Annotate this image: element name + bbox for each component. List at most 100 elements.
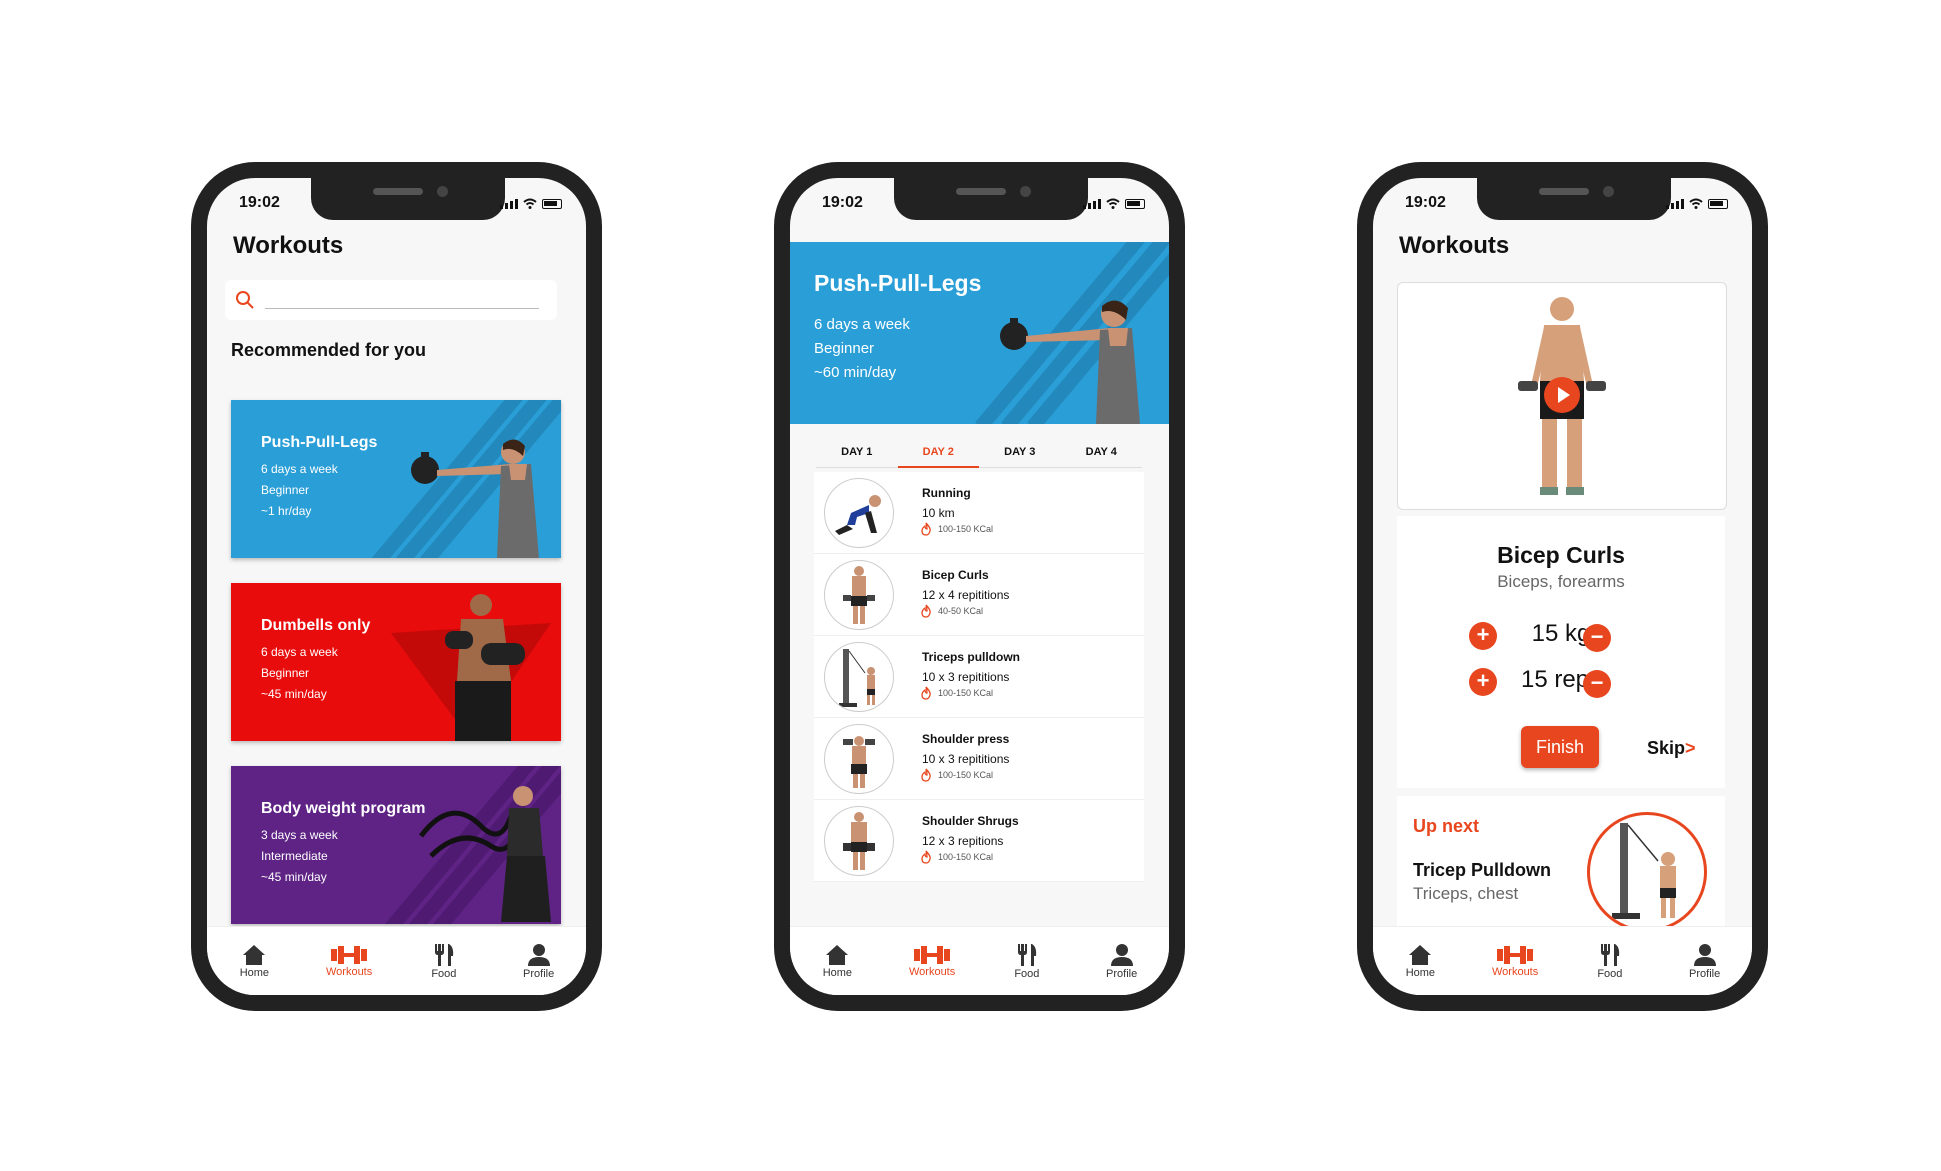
up-next-name: Tricep Pulldown — [1413, 860, 1552, 880]
person-icon — [527, 943, 550, 966]
tab-profile[interactable]: Profile — [495, 943, 583, 980]
program-line: Beginner — [814, 340, 875, 357]
tab-label: Home — [239, 966, 270, 979]
finish-button[interactable]: Finish — [1521, 726, 1599, 768]
exercise-row[interactable]: Shoulder Shrugs 12 x 3 repitions 100-150… — [814, 800, 1144, 882]
page-title: Workouts — [233, 232, 344, 259]
wifi-icon — [1106, 198, 1120, 209]
battery-icon — [1708, 199, 1728, 209]
play-button[interactable] — [1544, 377, 1580, 413]
person-icon — [1110, 943, 1133, 966]
exercise-row[interactable]: Shoulder press 10 x 3 repititions 100-15… — [814, 718, 1144, 800]
tab-workouts[interactable]: Workouts — [888, 945, 976, 978]
flame-icon — [921, 686, 931, 700]
tab-workouts[interactable]: Workouts — [305, 945, 393, 978]
dumbbell-man-icon — [824, 560, 894, 630]
exercise-reps: 12 x 4 repititions — [922, 588, 1010, 602]
program-card-dumbells-only[interactable]: Dumbells only 6 days a week Beginner ~45… — [231, 583, 561, 741]
athlete-kettlebell-image — [1000, 300, 1140, 424]
skip-label: Skip — [1647, 738, 1686, 758]
wifi-icon — [523, 198, 537, 209]
tab-day-4[interactable]: DAY 4 — [1060, 438, 1142, 468]
shrug-man-icon — [824, 806, 894, 876]
status-time: 19:02 — [1405, 194, 1446, 211]
home-icon — [1409, 944, 1432, 965]
tab-label: Home — [1405, 966, 1436, 979]
chevron-right-icon: > — [1685, 738, 1696, 758]
tab-food[interactable]: Food — [983, 943, 1071, 980]
up-next-muscles: Triceps, chest — [1413, 884, 1519, 903]
program-card-push-pull-legs[interactable]: Push-Pull-Legs 6 days a week Beginner ~1… — [231, 400, 561, 558]
tab-home[interactable]: Home — [210, 944, 298, 979]
tab-day-1[interactable]: DAY 1 — [816, 438, 898, 468]
tab-food[interactable]: Food — [1566, 943, 1654, 980]
tab-label: Workouts — [325, 965, 373, 978]
tab-bar: Home Workouts Food Profile — [790, 926, 1169, 995]
up-next-card[interactable]: Up next Tricep Pulldown Triceps, chest — [1397, 796, 1725, 936]
search-bar[interactable] — [225, 280, 557, 320]
home-icon — [826, 944, 849, 965]
fork-knife-icon — [1017, 943, 1037, 966]
press-man-icon — [824, 724, 894, 794]
exercise-name: Shoulder press — [922, 732, 1010, 746]
tab-bar: Home Workouts Food Profile — [1373, 926, 1752, 995]
flame-icon — [921, 522, 931, 536]
program-card-body-weight[interactable]: Body weight program 3 days a week Interm… — [231, 766, 561, 924]
card-title: Body weight program — [261, 800, 426, 817]
tab-food[interactable]: Food — [400, 943, 488, 980]
athlete-kettlebell-image — [411, 439, 539, 558]
system-icons — [1083, 198, 1145, 209]
exercise-kcal: 100-150 KCal — [938, 688, 994, 698]
signal-icon — [1083, 199, 1101, 209]
tab-label: Profile — [1689, 967, 1721, 980]
flame-icon — [921, 768, 931, 782]
tab-profile[interactable]: Profile — [1078, 943, 1166, 980]
signal-icon — [500, 199, 518, 209]
tab-home[interactable]: Home — [1376, 944, 1464, 979]
up-next-label: Up next — [1413, 816, 1480, 836]
program-line: ~60 min/day — [814, 364, 897, 381]
exercise-row[interactable]: Triceps pulldown 10 x 3 repititions 100-… — [814, 636, 1144, 718]
exercise-reps: 10 x 3 repititions — [922, 752, 1010, 766]
screen: 19:02 Workouts Recommended for you Push-… — [207, 178, 586, 995]
skip-button[interactable]: Skip> — [1647, 738, 1696, 759]
exercise-row[interactable]: Running 10 km 100-150 KCal — [814, 472, 1144, 554]
program-line: 6 days a week — [814, 316, 910, 333]
exercise-kcal: 100-150 KCal — [938, 524, 994, 534]
tab-day-3[interactable]: DAY 3 — [979, 438, 1061, 468]
exercise-row[interactable]: Bicep Curls 12 x 4 repititions 40-50 KCa… — [814, 554, 1144, 636]
tab-label: Profile — [523, 967, 555, 980]
card-line: Intermediate — [261, 849, 328, 863]
exercise-name: Bicep Curls — [1497, 542, 1625, 568]
battery-icon — [542, 199, 562, 209]
athlete-dumbbell-image — [445, 594, 525, 741]
exercise-name: Bicep Curls — [922, 568, 989, 582]
exercise-video[interactable] — [1397, 282, 1727, 510]
tab-label: Food — [1597, 967, 1623, 980]
system-icons — [500, 198, 562, 209]
card-title: Push-Pull-Legs — [261, 434, 378, 451]
reps-decrease-button[interactable]: − — [1583, 670, 1611, 698]
search-input[interactable] — [265, 308, 539, 309]
flame-icon — [921, 850, 931, 864]
search-icon — [236, 291, 254, 309]
home-icon — [243, 944, 266, 965]
tab-profile[interactable]: Profile — [1661, 943, 1749, 980]
notch — [311, 178, 505, 220]
weight-decrease-button[interactable]: − — [1583, 624, 1611, 652]
signal-icon — [1666, 199, 1684, 209]
status-time: 19:02 — [239, 194, 280, 211]
dumbbell-icon — [331, 945, 368, 964]
tab-home[interactable]: Home — [793, 944, 881, 979]
section-title: Recommended for you — [231, 340, 427, 360]
page-title: Workouts — [1399, 232, 1510, 259]
tab-bar: Home Workouts Food Profile — [207, 926, 586, 995]
cable-machine-icon — [824, 642, 894, 712]
card-line: 6 days a week — [261, 462, 338, 476]
phone-exercise-session: 19:02 Workouts Bicep Curls Biceps, forea… — [1357, 162, 1768, 1011]
screen: 19:02 Workouts Bicep Curls Biceps, forea… — [1373, 178, 1752, 995]
tab-workouts[interactable]: Workouts — [1471, 945, 1559, 978]
runner-icon — [824, 478, 894, 548]
tab-day-2[interactable]: DAY 2 — [897, 438, 979, 468]
tab-label: Home — [822, 966, 853, 979]
